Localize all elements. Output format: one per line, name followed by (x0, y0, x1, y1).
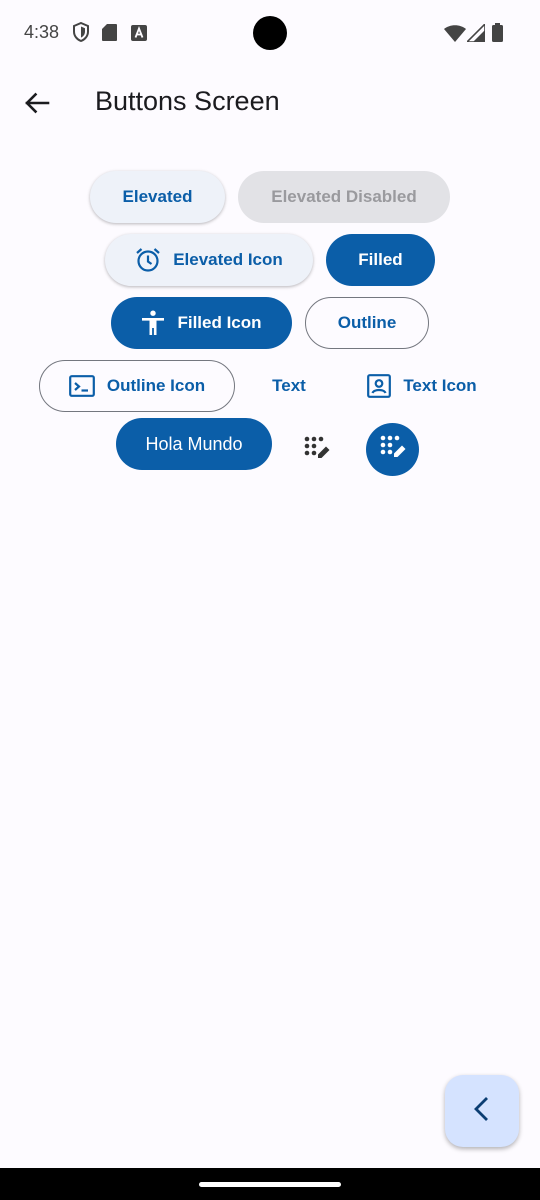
arrow-back-icon[interactable] (22, 88, 52, 118)
status-bar: 4:38 (0, 0, 540, 66)
filled-button-label: Filled (358, 250, 403, 269)
filled-icon-button[interactable]: Filled Icon (111, 297, 292, 349)
text-icon-button[interactable]: Text Icon (348, 360, 496, 412)
dialpad-filled-icon-button[interactable] (366, 423, 419, 476)
home-indicator[interactable] (199, 1182, 341, 1187)
text-button-label: Text (272, 376, 306, 395)
terminal-icon (68, 375, 95, 397)
accessibility-icon (141, 310, 165, 336)
back-fab[interactable] (445, 1075, 519, 1147)
camera-cutout (253, 16, 287, 50)
app-bar: Buttons Screen (0, 66, 540, 138)
chevron-left-icon (471, 1095, 493, 1128)
status-time: 4:38 (24, 22, 60, 42)
page-title: Buttons Screen (95, 86, 280, 116)
outline-icon-button-label: Outline Icon (106, 376, 206, 395)
filled-button[interactable]: Filled (326, 234, 435, 286)
hola-mundo-button-label: Hola Mundo (145, 433, 243, 454)
elevated-button-label: Elevated (122, 187, 193, 206)
filled-icon-button-label: Filled Icon (177, 313, 262, 332)
elevated-disabled-button: Elevated Disabled (238, 171, 450, 223)
system-nav-bar (0, 1168, 540, 1200)
shield-icon (72, 21, 90, 47)
text-button[interactable]: Text (251, 360, 327, 412)
text-icon-button-label: Text Icon (403, 376, 477, 395)
elevated-icon-button-label: Elevated Icon (173, 250, 283, 269)
sd-card-icon (102, 24, 117, 46)
dialpad-edit-icon (380, 435, 406, 464)
elevated-button[interactable]: Elevated (90, 171, 225, 223)
elevated-icon-button[interactable]: Elevated Icon (105, 234, 313, 286)
a-box-icon (131, 25, 147, 46)
portrait-icon (367, 374, 392, 398)
signal-icon (465, 22, 486, 47)
outline-icon-button[interactable]: Outline Icon (39, 360, 235, 412)
dialpad-icon-button[interactable] (297, 430, 337, 470)
outline-button[interactable]: Outline (305, 297, 429, 349)
dialpad-edit-icon (304, 436, 330, 465)
alarm-icon (135, 247, 161, 273)
hola-mundo-button[interactable]: Hola Mundo (116, 418, 272, 470)
wifi-icon (444, 25, 466, 47)
elevated-disabled-button-label: Elevated Disabled (271, 187, 417, 206)
outline-button-label: Outline (337, 313, 397, 332)
battery-icon (492, 23, 503, 47)
